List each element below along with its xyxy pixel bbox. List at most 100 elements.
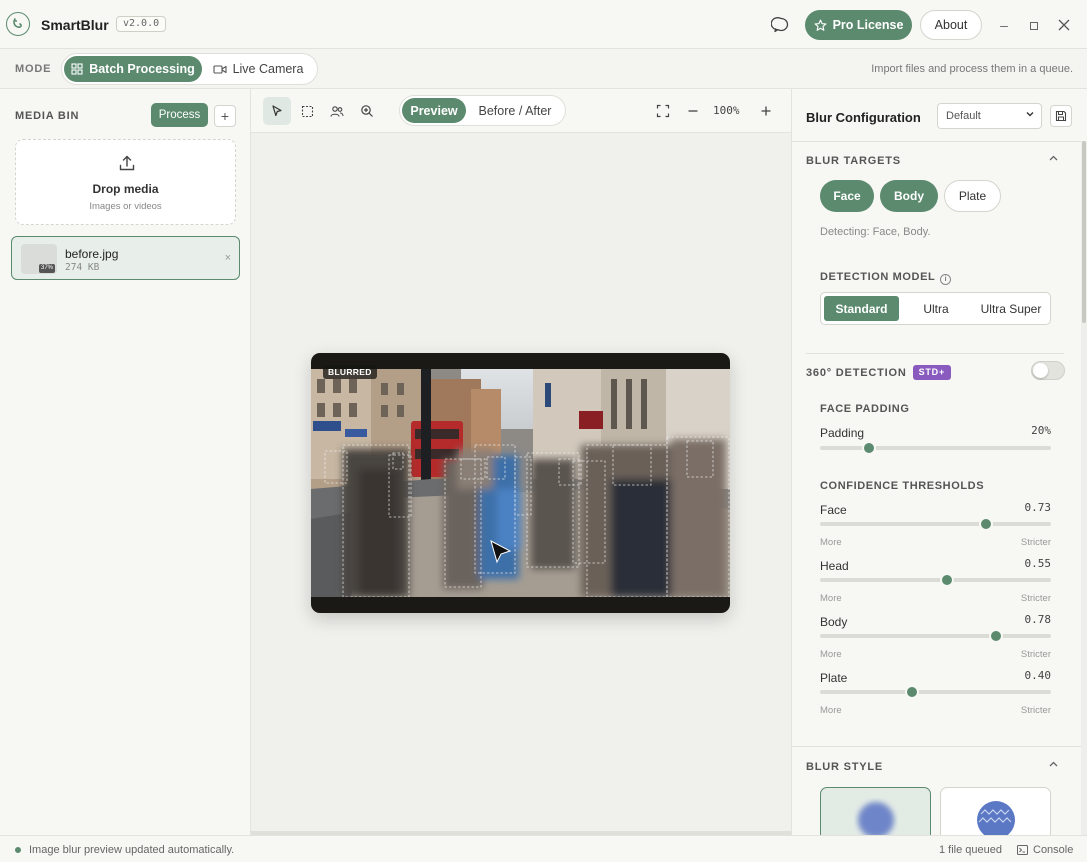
plate-threshold-slider[interactable] [820, 685, 1051, 699]
drop-zone[interactable]: Drop media Images or videos [15, 139, 236, 225]
face-padding-title: FACE PADDING [820, 403, 910, 415]
upload-icon [118, 154, 136, 172]
padding-label: Padding [820, 426, 865, 440]
detecting-summary: Detecting: Face, Body. [820, 226, 931, 238]
process-button[interactable]: Process [151, 103, 208, 127]
face-threshold-slider[interactable] [820, 517, 1051, 531]
tab-batch-processing[interactable]: Batch Processing [64, 56, 202, 82]
head-threshold-slider[interactable] [820, 573, 1051, 587]
blur-style-pixelate-option[interactable] [940, 787, 1051, 835]
stricter-hint: Stricter [1020, 537, 1051, 548]
pro-license-button[interactable]: Pro License [805, 10, 912, 40]
info-icon[interactable]: i [940, 274, 952, 285]
about-button[interactable]: About [920, 10, 982, 40]
stricter-hint: Stricter [1020, 593, 1051, 604]
blur-style-gaussian-option[interactable] [820, 787, 931, 835]
section-divider [806, 353, 1064, 354]
canvas[interactable]: BLURRED [251, 133, 791, 835]
status-message: Image blur preview updated automatically… [29, 844, 235, 856]
people-detect-icon[interactable] [323, 97, 351, 125]
stricter-hint: Stricter [1020, 649, 1051, 660]
padding-slider[interactable] [820, 441, 1051, 455]
maximize-icon[interactable] [1024, 15, 1044, 35]
detection-model-title-text: DETECTION MODEL [820, 271, 936, 283]
fit-screen-icon[interactable] [649, 97, 677, 125]
confidence-thresholds-title: CONFIDENCE THRESHOLDS [820, 480, 985, 492]
console-button[interactable]: Console [1017, 842, 1073, 858]
version-badge: v2.0.0 [116, 16, 167, 32]
file-progress-badge: 37% [39, 264, 56, 273]
padding-slider-knob[interactable] [861, 441, 876, 455]
add-media-button[interactable]: + [214, 105, 236, 127]
zoom-tool-icon[interactable] [353, 97, 381, 125]
grid-icon [71, 63, 83, 75]
mode-switcher: Batch Processing Live Camera [61, 53, 318, 85]
close-window-icon[interactable] [1054, 15, 1074, 35]
video-camera-icon [213, 64, 227, 74]
pixelate-icon [977, 801, 1015, 835]
feedback-chat-icon[interactable] [770, 15, 791, 35]
gaussian-blur-icon [858, 802, 894, 835]
file-size: 274 KB [65, 262, 100, 273]
stricter-hint: Stricter [1020, 705, 1051, 716]
zoom-out-icon[interactable] [679, 97, 707, 125]
zoom-in-icon[interactable] [752, 97, 780, 125]
tab-before-after[interactable]: Before / After [472, 98, 558, 123]
model-ultra-option[interactable]: Ultra [905, 296, 967, 321]
body-threshold-slider[interactable] [820, 629, 1051, 643]
remove-file-icon[interactable]: × [225, 252, 231, 264]
plate-threshold-knob[interactable] [905, 685, 920, 699]
preset-select[interactable]: Default [937, 103, 1042, 129]
model-ultra-super-option[interactable]: Ultra Super [973, 296, 1049, 321]
face-threshold-value: 0.73 [1024, 501, 1052, 514]
canvas-toolbar: Preview Before / After 100% [251, 89, 791, 133]
config-scrollbar[interactable] [1081, 141, 1087, 835]
target-plate-toggle[interactable]: Plate [944, 180, 1001, 212]
blurred-overlay-tag: BLURRED [323, 365, 377, 379]
head-threshold-knob[interactable] [940, 573, 955, 587]
tab-live-camera[interactable]: Live Camera [208, 56, 308, 82]
detection-model-selector: Standard Ultra Ultra Super [820, 292, 1051, 325]
chevron-down-icon [1025, 109, 1035, 122]
blur-targets-title: BLUR TARGETS [806, 155, 901, 167]
preview-image-frame[interactable]: BLURRED [311, 353, 730, 613]
body-threshold-label: Body [820, 615, 848, 629]
config-header: Blur Configuration Default [792, 89, 1087, 142]
detection-model-title: DETECTION MODEL i [820, 271, 952, 285]
config-title: Blur Configuration [806, 110, 921, 125]
body-threshold-value: 0.78 [1024, 613, 1052, 626]
tab-batch-processing-label: Batch Processing [89, 62, 195, 76]
preset-select-value: Default [946, 110, 981, 122]
face-threshold-label: Face [820, 503, 847, 517]
scrollbar-thumb[interactable] [1082, 141, 1086, 323]
app-name: SmartBlur [41, 17, 109, 33]
save-preset-icon[interactable] [1050, 105, 1072, 127]
collapse-chevron-icon[interactable] [1048, 153, 1059, 167]
file-list-item[interactable]: 37% before.jpg 274 KB × [11, 236, 240, 280]
model-standard-option[interactable]: Standard [824, 296, 899, 321]
tab-preview[interactable]: Preview [402, 98, 466, 123]
detection-360-toggle[interactable] [1031, 361, 1065, 380]
more-hint: More [820, 705, 842, 716]
box-select-icon[interactable] [293, 97, 321, 125]
app-logo-icon [6, 12, 30, 36]
minimize-icon[interactable]: – [994, 15, 1014, 35]
zoom-level: 100% [713, 104, 740, 117]
body-threshold-knob[interactable] [988, 629, 1003, 643]
target-body-toggle[interactable]: Body [880, 180, 938, 212]
target-face-toggle[interactable]: Face [820, 180, 874, 212]
toggle-knob [1033, 363, 1048, 378]
select-pointer-icon[interactable] [263, 97, 291, 125]
collapse-chevron-icon[interactable] [1048, 759, 1059, 773]
face-threshold-knob[interactable] [979, 517, 994, 531]
queue-count: 1 file queued [939, 844, 1002, 856]
mode-label: MODE [15, 63, 52, 75]
drop-zone-subtitle: Images or videos [89, 201, 162, 212]
media-bin-panel: MEDIA BIN Process + Drop media Images or… [0, 89, 251, 835]
view-mode-switcher: Preview Before / After [399, 95, 566, 126]
terminal-icon [1017, 845, 1028, 855]
tab-live-camera-label: Live Camera [232, 62, 304, 76]
padding-value: 20% [1031, 424, 1051, 437]
mode-bar: MODE Batch Processing Live Camera Import… [0, 49, 1087, 89]
more-hint: More [820, 593, 842, 604]
